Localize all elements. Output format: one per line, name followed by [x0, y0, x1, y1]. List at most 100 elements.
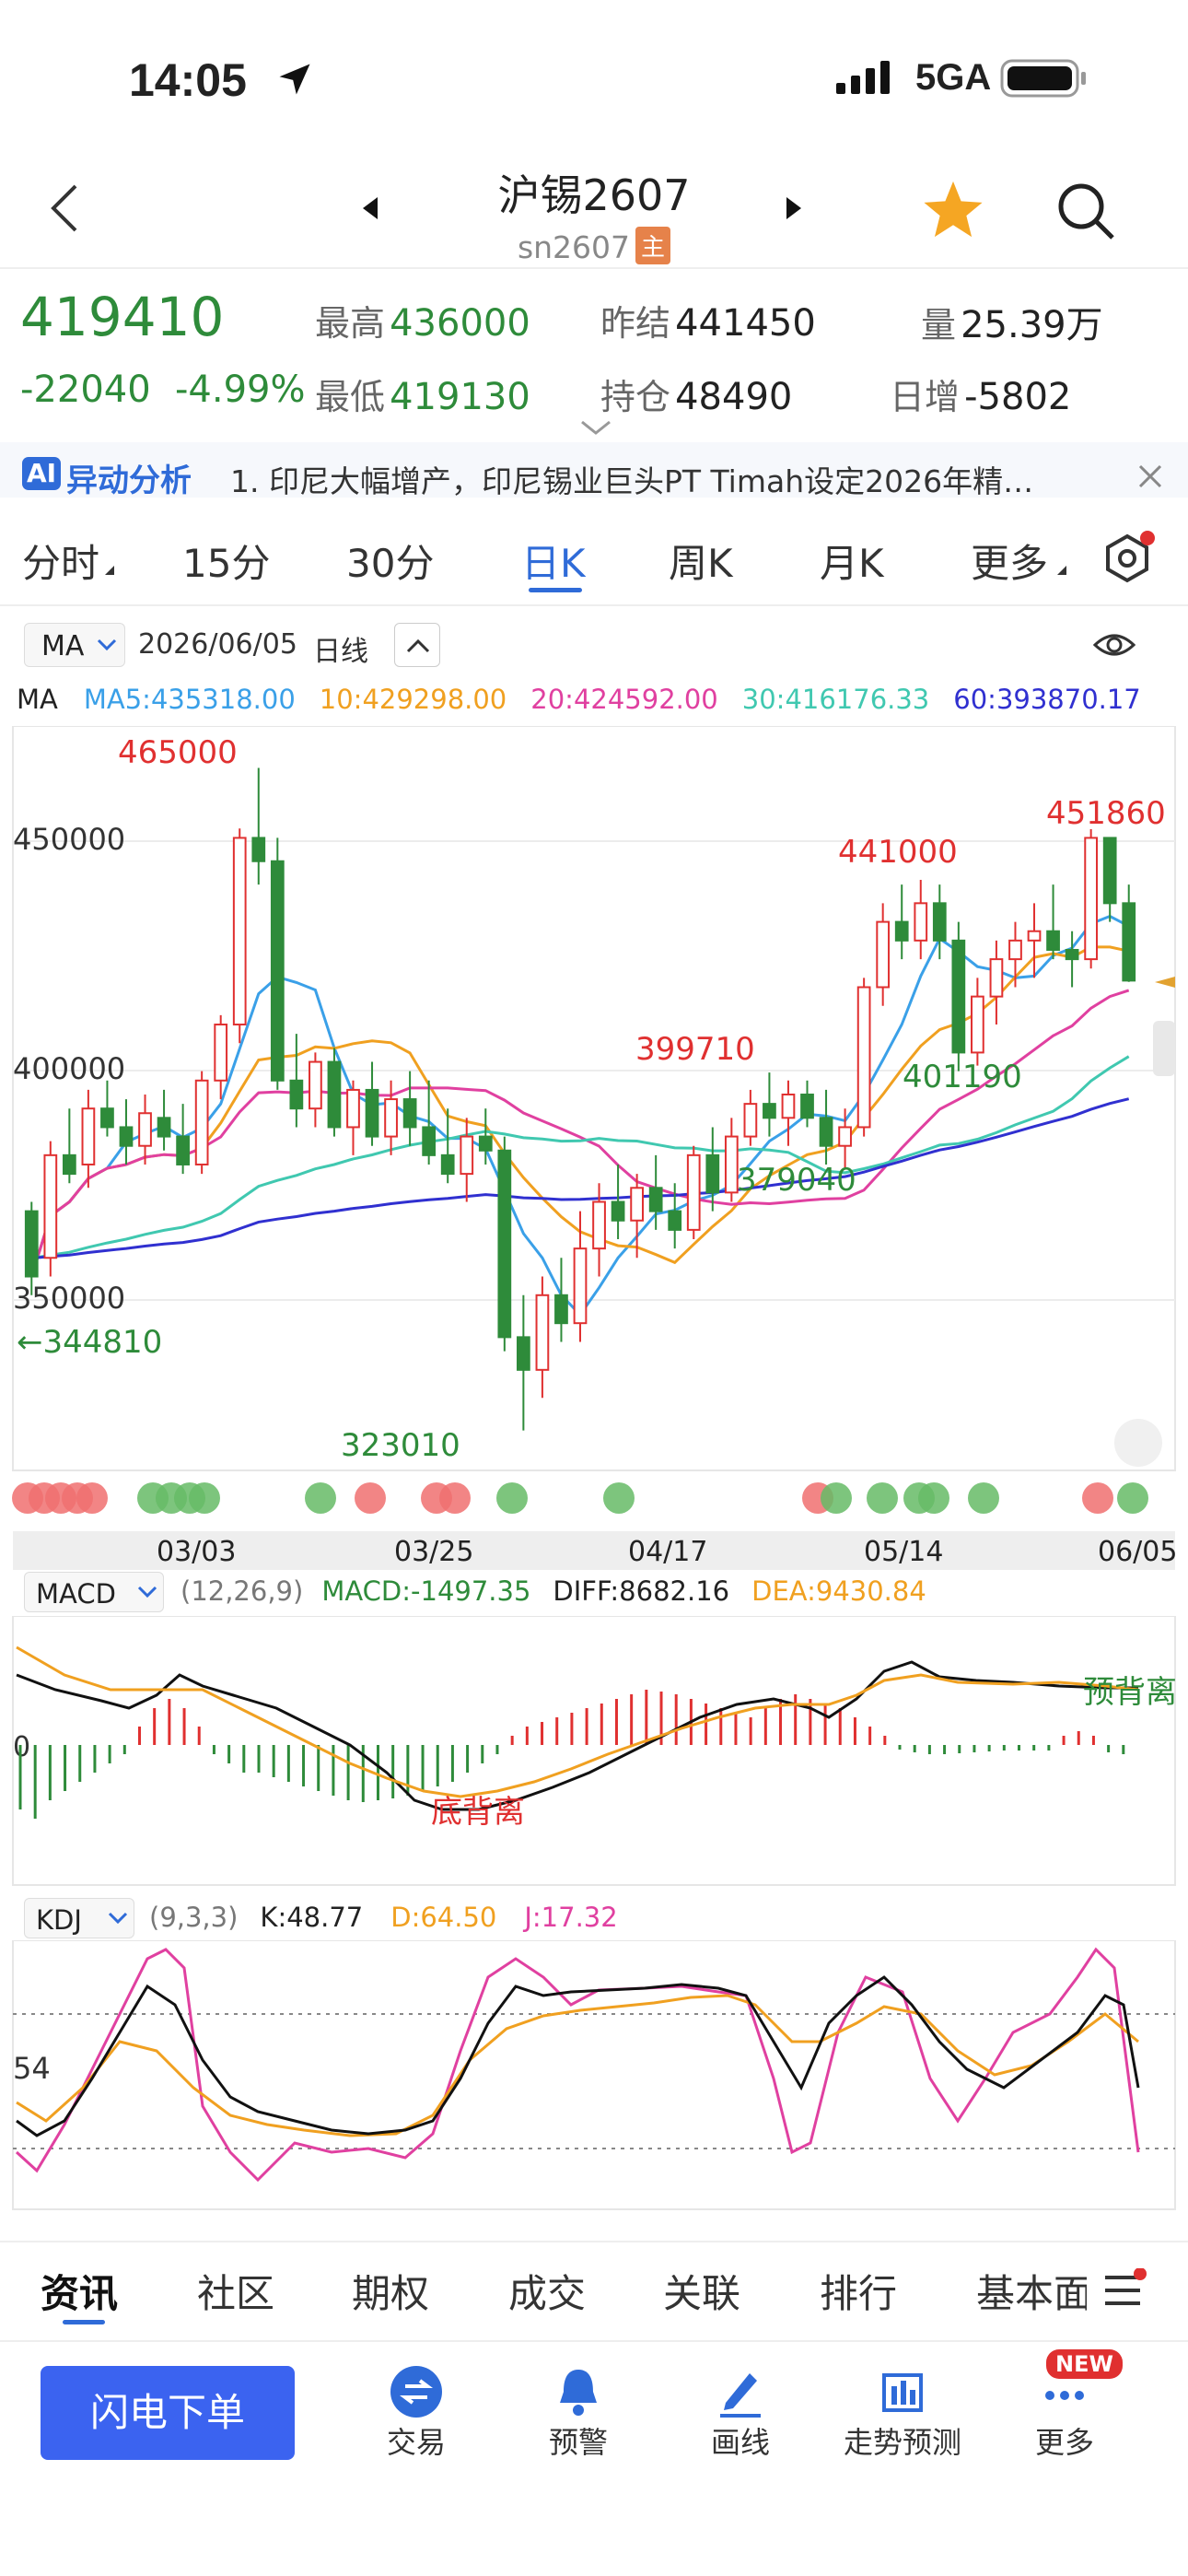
tab-news[interactable]: 资讯	[41, 2263, 118, 2319]
draw-icon	[720, 2373, 761, 2418]
nav-forecast[interactable]: 走势预测	[829, 2364, 976, 2462]
trade-icon	[390, 2366, 442, 2418]
tab-more[interactable]: 更多	[971, 533, 1048, 589]
eye-icon[interactable]	[1092, 626, 1136, 667]
candle-body	[876, 920, 891, 989]
tab-community[interactable]: 社区	[197, 2263, 274, 2319]
candle-body	[176, 1135, 190, 1165]
candle-body	[24, 1210, 39, 1278]
kline-chart[interactable]: 450000 400000 350000 465000 451860 44100…	[0, 726, 1188, 1703]
tab-daily-k[interactable]: 日K	[521, 533, 586, 589]
symbol-subtitle: sn2607 主	[0, 227, 1188, 265]
divider	[0, 2340, 1188, 2342]
macd-zero-label: 0	[13, 1731, 30, 1763]
candle-body	[62, 1153, 76, 1176]
tab-15min[interactable]: 15分	[182, 533, 270, 589]
x-tick-0325: 03/25	[394, 1536, 473, 1568]
ai-marker	[821, 1482, 852, 1514]
candle-body	[100, 1107, 114, 1129]
y-tick-450000: 450000	[13, 822, 125, 857]
forecast-icon	[882, 2373, 923, 2412]
nav-trade[interactable]: 交易	[343, 2364, 490, 2462]
candle-body	[800, 1094, 814, 1119]
high-field: 最高 436000	[315, 302, 530, 345]
candle-body	[932, 902, 947, 942]
news-title: 异动分析	[66, 463, 192, 499]
chart-date: 2026/06/05	[138, 628, 297, 661]
side-handle	[1153, 1021, 1175, 1076]
indicator-select[interactable]: MA	[24, 623, 125, 667]
tab-options[interactable]: 期权	[352, 2263, 429, 2319]
page-title: 沪锡2607	[497, 170, 691, 220]
status-time: 14:05	[129, 54, 247, 106]
next-contract-icon[interactable]	[783, 195, 805, 225]
ai-marker	[496, 1482, 528, 1514]
nav-draw[interactable]: 画线	[667, 2364, 814, 2462]
candle-body	[251, 837, 266, 862]
ai-marker	[189, 1482, 220, 1514]
candle-body	[384, 1098, 398, 1138]
candle-body	[440, 1153, 455, 1176]
candle-body	[554, 1294, 568, 1325]
candle-body	[705, 1153, 720, 1194]
y-tick-350000: 350000	[13, 1281, 125, 1316]
ai-marker	[1082, 1482, 1113, 1514]
candle-body	[1065, 948, 1079, 961]
candle-body	[914, 902, 928, 942]
tab-weekly-k[interactable]: 周K	[669, 533, 733, 589]
annotation-401190: 401190	[903, 1059, 1022, 1095]
main-contract-tag: 主	[635, 227, 671, 264]
tab-30min[interactable]: 30分	[346, 533, 434, 589]
low-field: 最低 419130	[315, 376, 530, 418]
candle-body	[43, 1153, 58, 1259]
ai-marker	[439, 1482, 471, 1514]
search-icon[interactable]	[1054, 179, 1118, 247]
tab-related[interactable]: 关联	[663, 2263, 740, 2319]
candle-body	[327, 1060, 342, 1129]
candle-body	[894, 920, 909, 942]
candle-body	[592, 1200, 606, 1250]
tab-monthly-k[interactable]: 月K	[820, 533, 884, 589]
price-change-pct: -4.99%	[175, 369, 306, 411]
annotation-441000: 441000	[838, 834, 958, 871]
expand-chevron-icon[interactable]	[580, 418, 611, 440]
candle-body	[1102, 837, 1117, 905]
quick-order-button[interactable]: 闪电下单	[41, 2366, 295, 2460]
candle-body	[1046, 930, 1060, 951]
candle-body	[1122, 902, 1136, 982]
candle-body	[289, 1079, 304, 1110]
tab-fundamentals[interactable]: 基本面	[976, 2263, 1087, 2319]
macd-select[interactable]: MACD	[24, 1572, 164, 1612]
candle-body	[630, 1187, 644, 1222]
news-text[interactable]: 1. 印尼大幅增产，印尼锡业巨头PT Timah设定2026年精…	[230, 457, 1096, 501]
candle-body	[157, 1117, 171, 1138]
ai-marker	[76, 1482, 108, 1514]
tab-fenshi[interactable]: 分时	[22, 533, 99, 589]
kdj-select[interactable]: KDJ	[24, 1898, 134, 1938]
candle-body	[724, 1135, 739, 1194]
kdj-chart: 54	[12, 1940, 1176, 2210]
menu-icon[interactable]	[1101, 2267, 1147, 2318]
ai-marker	[305, 1482, 336, 1514]
ai-marker	[867, 1482, 898, 1514]
candle-body	[763, 1103, 776, 1119]
collapse-button[interactable]	[394, 623, 440, 667]
x-tick-0303: 03/03	[157, 1536, 236, 1568]
candle-body	[422, 1126, 437, 1156]
nav-alert[interactable]: 预警	[505, 2364, 652, 2462]
candle-body	[819, 1117, 833, 1147]
volume-field: 量 25.39万	[921, 304, 1103, 346]
settings-hex-icon[interactable]	[1100, 531, 1155, 590]
bell-icon	[560, 2370, 597, 2416]
dropdown-corner-icon	[105, 566, 114, 575]
new-badge: NEW	[1046, 2349, 1123, 2379]
close-icon[interactable]	[1136, 463, 1164, 494]
candle-body	[743, 1103, 758, 1138]
star-icon[interactable]	[921, 179, 985, 243]
kdj-legend: (9,3,3) K:48.77 D:64.50 J:17.32	[149, 1902, 618, 1933]
tab-trades[interactable]: 成交	[508, 2263, 586, 2319]
candle-body	[573, 1247, 588, 1325]
divider	[0, 267, 1188, 269]
candle-body	[365, 1088, 379, 1138]
tab-ranking[interactable]: 排行	[820, 2263, 897, 2319]
